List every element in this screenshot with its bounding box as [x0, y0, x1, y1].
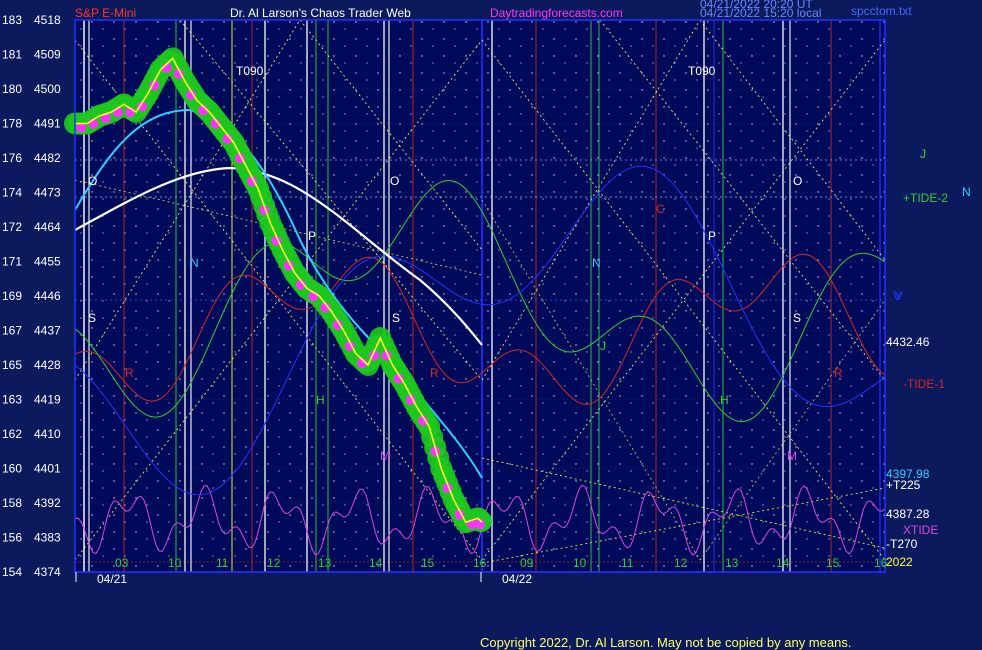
plot-marker-label: M	[787, 449, 797, 463]
x-hour-label: 11	[216, 556, 229, 570]
y-tick-left-label: 183	[2, 13, 22, 27]
y-tick-price-label: 4500	[34, 82, 61, 96]
right-level-label: J	[920, 147, 926, 161]
right-level-label: N	[962, 185, 971, 199]
y-tick-left-label: 163	[2, 393, 22, 407]
x-hour-label: 09	[520, 556, 534, 570]
plot-marker-label: H	[720, 393, 729, 407]
y-tick-price-label: 4482	[34, 151, 61, 165]
y-tick-left-label: 169	[2, 289, 22, 303]
y-tick-price-label: 4509	[34, 48, 61, 62]
plot-marker-label: O	[390, 174, 399, 188]
plot-marker-label: R	[125, 366, 134, 380]
x-hour-label: 13	[725, 556, 739, 570]
timestamp-line-2: 04/21/2022 15:20 local	[700, 6, 821, 20]
y-tick-price-label: 4374	[34, 565, 61, 579]
y-tick-left-label: 178	[2, 117, 22, 131]
plot-marker-label: M	[380, 449, 390, 463]
x-hour-label: 16	[473, 556, 487, 570]
plot-marker-label: N	[592, 256, 601, 270]
right-level-label: 4387.28	[886, 507, 930, 521]
x-hour-label: 15	[421, 556, 435, 570]
chart-title: Dr. Al Larson's Chaos Trader Web	[230, 6, 411, 20]
y-tick-price-label: 4437	[34, 324, 61, 338]
y-tick-price-label: 4392	[34, 496, 61, 510]
y-tick-left-label: 156	[2, 531, 22, 545]
right-level-label: -TIDE-1	[903, 377, 945, 391]
site-link[interactable]: Daytradingforecasts.com	[490, 6, 623, 20]
y-tick-left-label: 167	[2, 324, 22, 338]
plot-marker-label: R	[430, 366, 439, 380]
plot-marker-label: T090	[688, 64, 716, 78]
plot-marker-label: H	[316, 393, 325, 407]
right-level-label: +TIDE-2	[903, 191, 948, 205]
plot-marker-label: N	[190, 256, 199, 270]
y-tick-left-label: 160	[2, 462, 22, 476]
y-tick-left-label: 174	[2, 186, 22, 200]
y-tick-left-label: 181	[2, 48, 22, 62]
x-hour-label: 10	[168, 556, 182, 570]
plot-marker-label: P	[308, 229, 316, 243]
plot-marker-label: O	[88, 174, 97, 188]
y-tick-price-label: 4464	[34, 220, 61, 234]
plot-marker-label: O	[793, 174, 802, 188]
y-tick-price-label: 4473	[34, 186, 61, 200]
y-tick-left-label: 154	[2, 565, 22, 579]
plot-marker-label: S	[392, 311, 400, 325]
right-level-label: -T270	[886, 537, 918, 551]
x-hour-label: 03	[115, 556, 129, 570]
right-level-label: 4432.46	[886, 335, 930, 349]
filename-label: spcctom.txt	[851, 4, 912, 18]
plot-marker-label: S	[88, 311, 96, 325]
y-tick-left-label: 158	[2, 496, 22, 510]
y-axis: 183 4518 181 4509 180 4500 178 4491 176 4482 174 44…	[2, 13, 61, 579]
x-hour-label: 14	[369, 556, 383, 570]
y-tick-left-label: 172	[2, 220, 22, 234]
right-level-label: +T225	[886, 478, 921, 492]
x-hour-label: 15	[826, 556, 840, 570]
plot-marker-label: P	[708, 229, 716, 243]
x-hour-label: 10	[573, 556, 587, 570]
y-tick-left-label: 165	[2, 358, 22, 372]
chaos-chart: O O O P P S S S N N R R R H H M M J J V C T090 T090 183 4518 181…	[2, 0, 971, 586]
x-date-label: 04/22	[502, 572, 532, 586]
y-tick-price-label: 4455	[34, 255, 61, 269]
plot-marker-label: S	[793, 311, 801, 325]
y-tick-left-label: 180	[2, 82, 22, 96]
plot-marker-label: C	[656, 202, 665, 216]
y-tick-left-label: 176	[2, 151, 22, 165]
plot-marker-label: R	[834, 366, 843, 380]
y-tick-price-label: 4410	[34, 427, 61, 441]
y-tick-left-label: 171	[2, 255, 22, 269]
x-hour-label: 11	[621, 556, 634, 570]
y-tick-price-label: 4428	[34, 358, 61, 372]
right-level-label: XTIDE	[903, 523, 938, 537]
y-tick-price-label: 4518	[34, 13, 61, 27]
right-level-label: V	[893, 289, 901, 303]
y-tick-left-label: 162	[2, 427, 22, 441]
plot-marker-label: J	[600, 339, 606, 353]
y-tick-price-label: 4446	[34, 289, 61, 303]
y-tick-price-label: 4419	[34, 393, 61, 407]
right-labels: +TIDE-2 NJV4432.46-TIDE-14397.98+T2254387…	[886, 147, 971, 569]
y-tick-price-label: 4491	[34, 117, 61, 131]
instrument-label: S&P E-Mini	[75, 6, 136, 20]
copyright-notice: Copyright 2022, Dr. Al Larson. May not b…	[480, 635, 852, 650]
right-level-label: 2022	[886, 555, 913, 569]
x-hour-label: 12	[267, 556, 281, 570]
plot-marker-label: T090	[236, 64, 264, 78]
x-hour-label: 14	[776, 556, 790, 570]
x-hour-label: 13	[318, 556, 332, 570]
y-tick-price-label: 4401	[34, 462, 61, 476]
x-date-label: 04/21	[97, 572, 127, 586]
y-tick-price-label: 4383	[34, 531, 61, 545]
x-hour-label: 12	[674, 556, 688, 570]
